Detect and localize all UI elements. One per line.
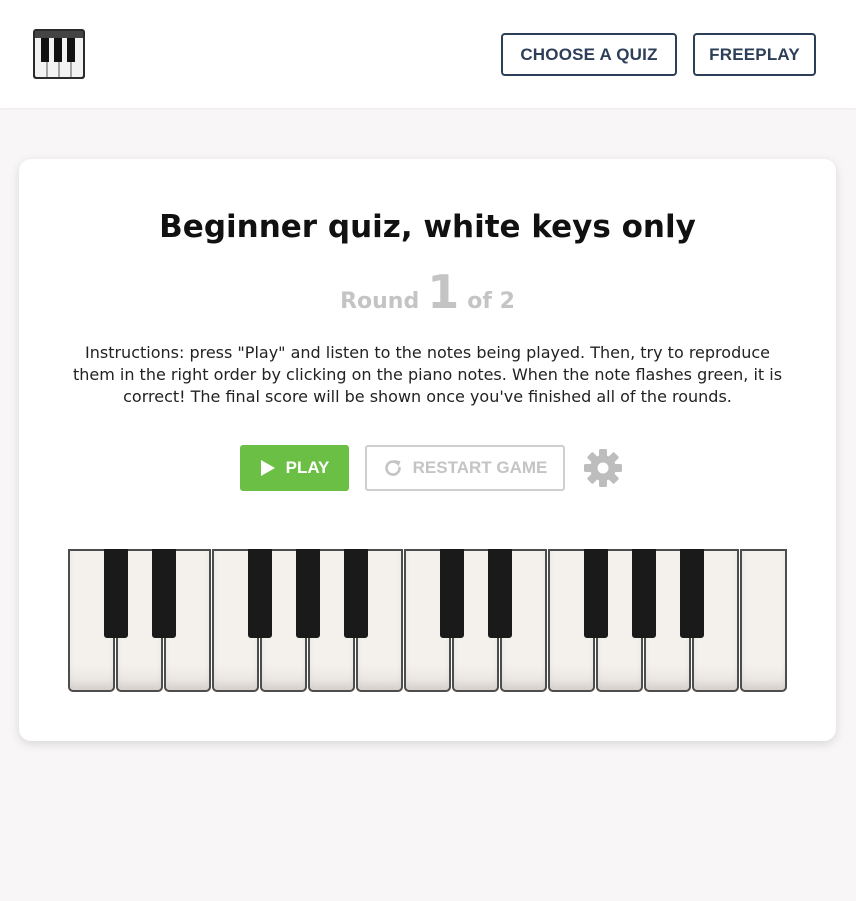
piano-black-key[interactable] xyxy=(344,549,368,638)
piano-black-key[interactable] xyxy=(104,549,128,638)
play-button[interactable]: PLAY xyxy=(240,445,349,491)
piano-black-key[interactable] xyxy=(152,549,176,638)
piano-black-key[interactable] xyxy=(248,549,272,638)
round-prefix: Round xyxy=(340,289,420,314)
piano-black-key[interactable] xyxy=(488,549,512,638)
round-current-number: 1 xyxy=(427,265,460,319)
restart-arrow-icon xyxy=(384,460,401,476)
restart-game-button[interactable]: RESTART GAME xyxy=(365,445,565,491)
instructions-text: Instructions: press "Play" and listen to… xyxy=(72,343,783,406)
choose-quiz-button[interactable]: CHOOSE A QUIZ xyxy=(501,33,677,76)
piano-keys-icon[interactable] xyxy=(32,28,86,80)
quiz-card: Beginner quiz, white keys only Round 1 o… xyxy=(19,159,836,741)
piano-keyboard xyxy=(68,549,788,692)
play-button-label: PLAY xyxy=(285,458,330,477)
piano-black-key[interactable] xyxy=(584,549,608,638)
piano-white-key[interactable] xyxy=(740,549,787,692)
top-navigation-bar: CHOOSE A QUIZ FREEPLAY xyxy=(0,0,856,108)
round-total: of 2 xyxy=(467,289,515,314)
restart-button-label: RESTART GAME xyxy=(412,458,548,477)
piano-black-key[interactable] xyxy=(296,549,320,638)
freeplay-button[interactable]: FREEPLAY xyxy=(693,33,816,76)
quiz-title: Beginner quiz, white keys only xyxy=(159,209,696,245)
piano-black-key[interactable] xyxy=(680,549,704,638)
piano-black-key[interactable] xyxy=(440,549,464,638)
piano-black-key[interactable] xyxy=(632,549,656,638)
gear-icon[interactable] xyxy=(583,448,623,488)
round-indicator: Round 1 of 2 xyxy=(19,267,836,317)
play-triangle-icon xyxy=(260,460,275,476)
